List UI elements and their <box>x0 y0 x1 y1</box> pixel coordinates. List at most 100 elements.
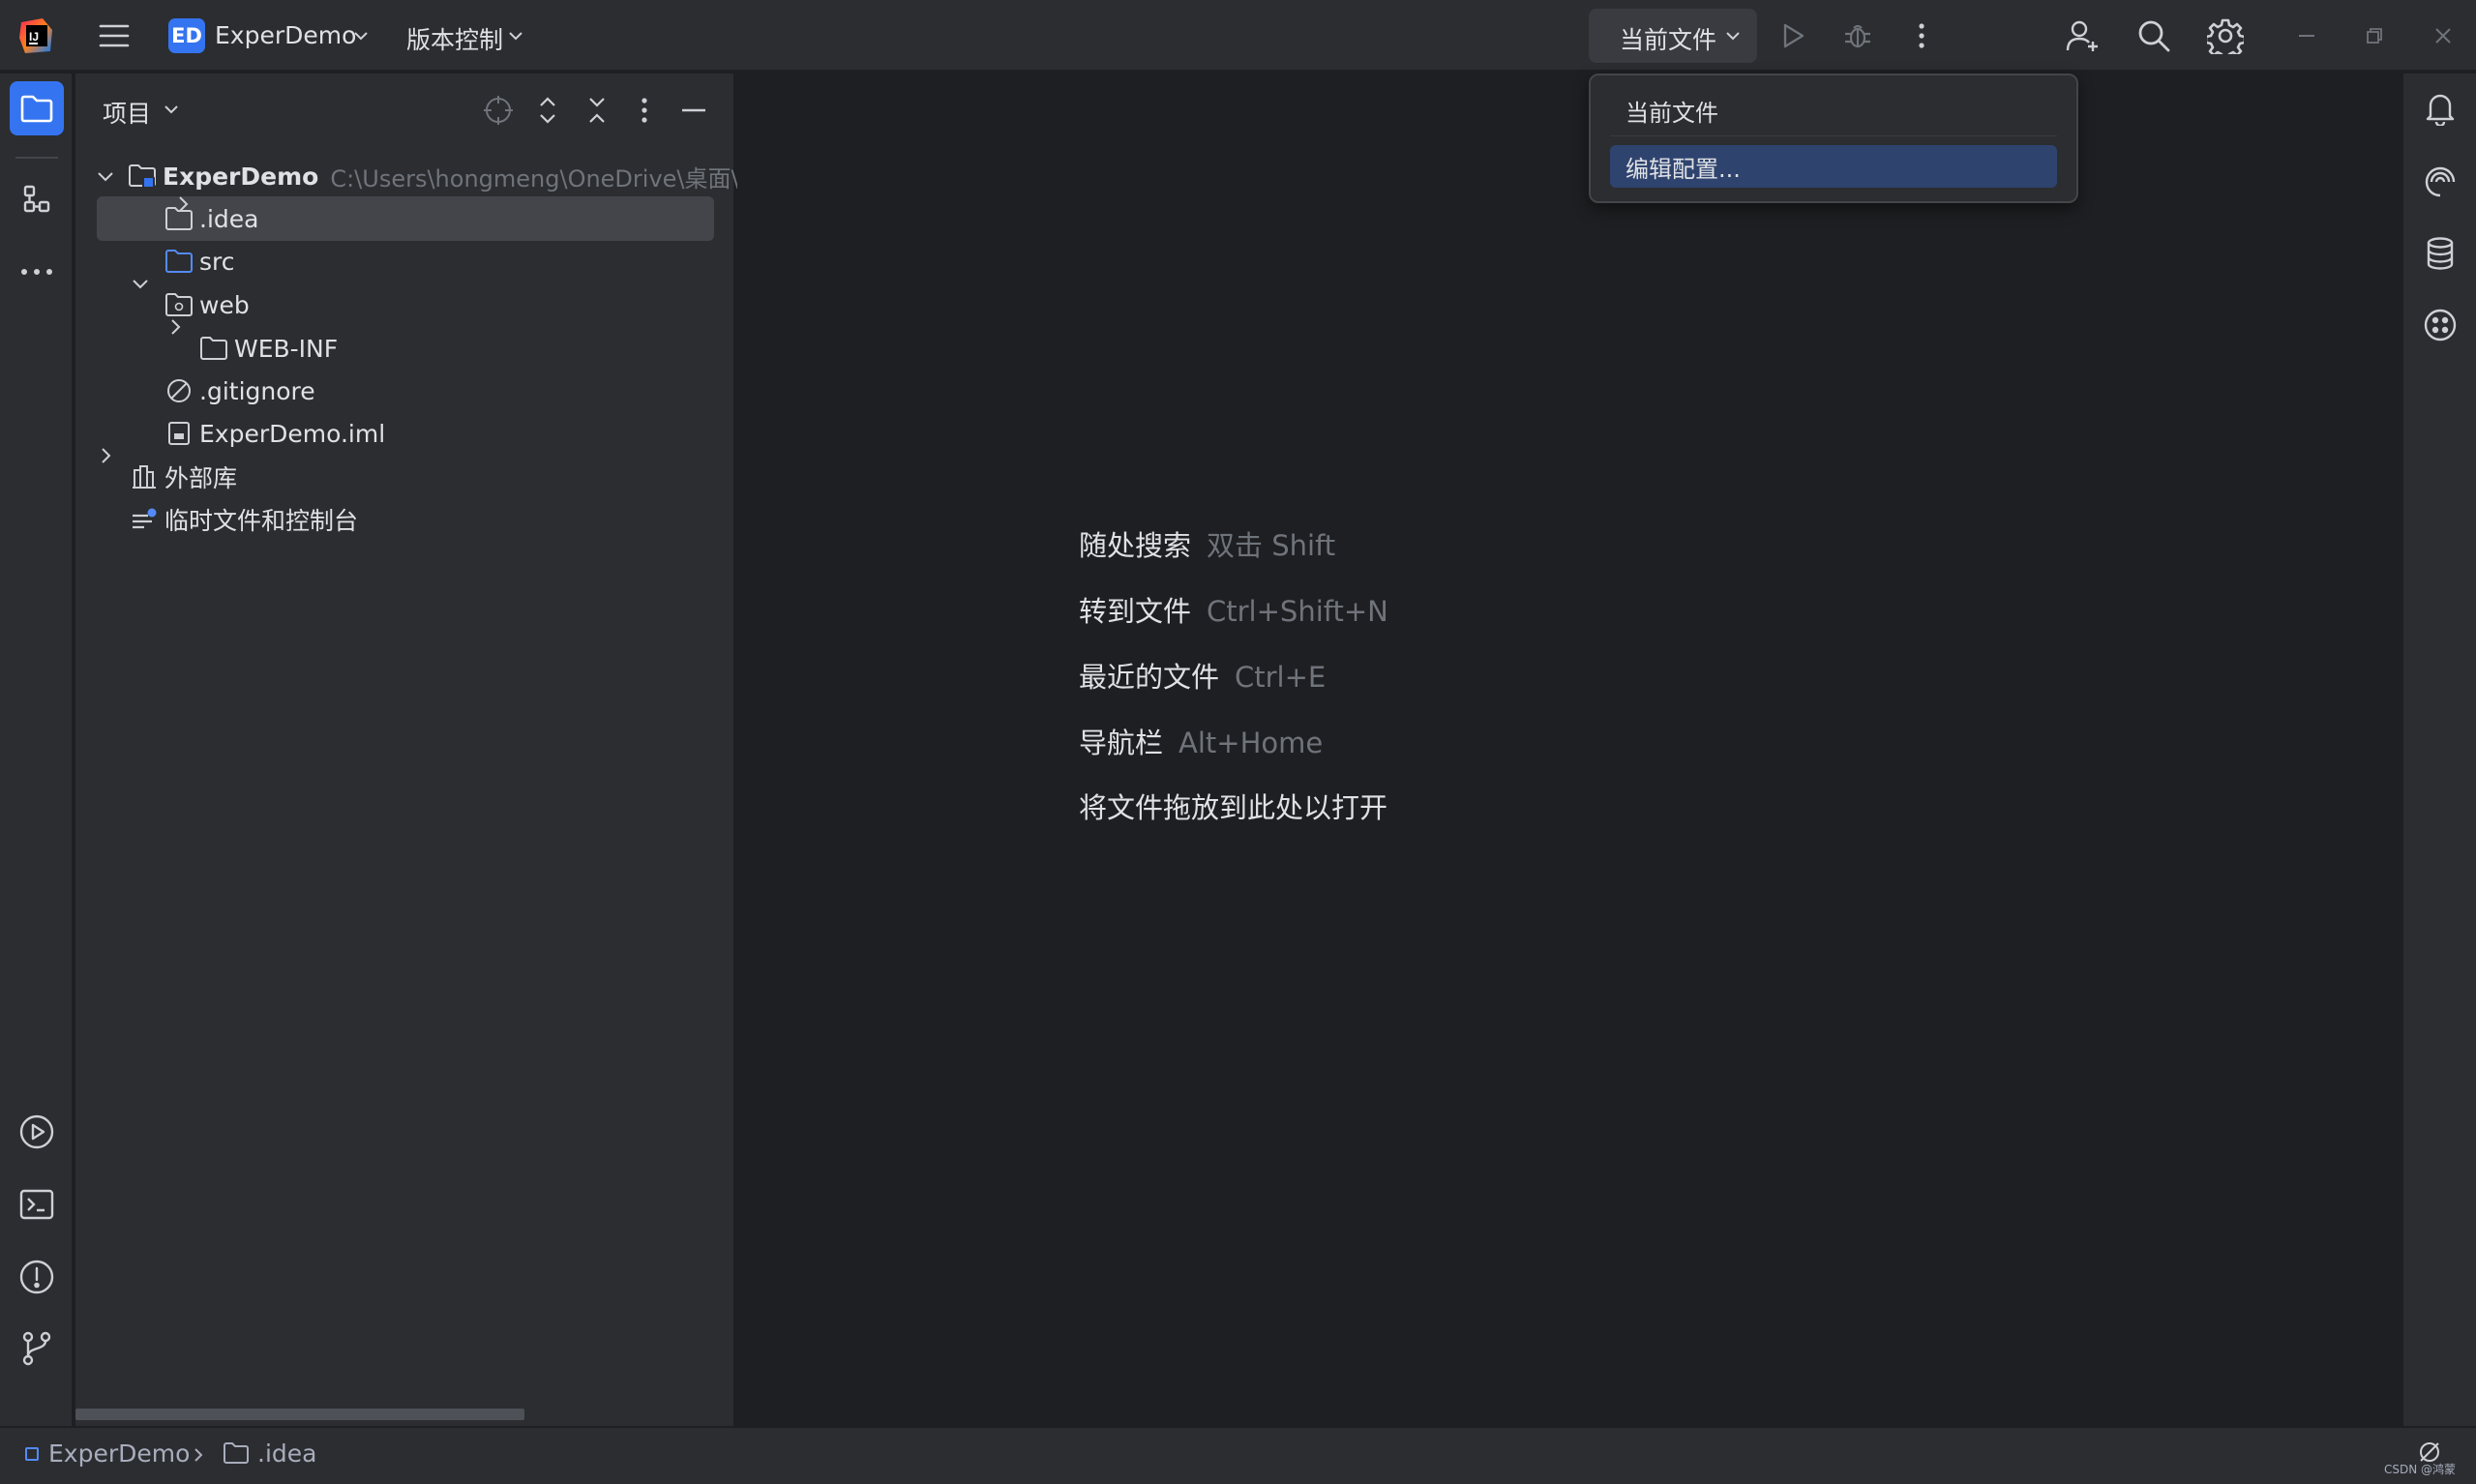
chevron-down-icon <box>507 27 524 45</box>
more-actions-icon[interactable] <box>1894 9 1949 63</box>
tree-item-label: ExperDemo.iml <box>199 419 386 448</box>
tree-item-external-libraries[interactable]: 外部库 <box>130 456 237 498</box>
tree-item-label: WEB-INF <box>234 334 339 363</box>
editor-area <box>737 74 2401 1426</box>
intellij-logo-icon[interactable]: IJ <box>17 16 56 55</box>
panel-title[interactable]: 项目 <box>103 95 151 130</box>
tree-item-label: ExperDemo <box>163 162 319 191</box>
folder-icon <box>199 334 228 363</box>
hint-shortcut: 双击 Shift <box>1207 529 1336 562</box>
hint-label: 转到文件 <box>1079 595 1192 628</box>
dropdown-item-current-file[interactable]: 当前文件 <box>1610 89 2057 132</box>
tree-item-src[interactable]: src <box>164 240 235 282</box>
iml-file-icon <box>164 419 194 448</box>
more-tools-icon[interactable] <box>10 245 64 299</box>
hint-shortcut: Ctrl+E <box>1235 661 1327 694</box>
hint-go-to-file: 转到文件 Ctrl+Shift+N <box>1079 589 1388 630</box>
hide-panel-icon[interactable] <box>681 108 706 112</box>
hint-recent-files: 最近的文件 Ctrl+E <box>1079 655 1326 696</box>
left-tool-strip <box>0 74 74 1426</box>
title-bar: IJ ED ExperDemo 版本控制 当前文件 <box>0 0 2476 72</box>
chevron-down-icon <box>352 27 370 45</box>
chevron-down-icon[interactable] <box>95 165 116 187</box>
ignored-file-icon <box>164 376 194 405</box>
settings-gear-icon[interactable] <box>2198 9 2252 63</box>
chevron-down-icon[interactable] <box>130 273 151 294</box>
breadcrumb-folder[interactable]: .idea <box>257 1439 316 1468</box>
library-icon <box>130 462 159 491</box>
panel-header: 项目 <box>75 74 735 147</box>
search-icon[interactable] <box>2127 9 2181 63</box>
debug-icon[interactable] <box>1831 9 1885 63</box>
hint-label: 随处搜索 <box>1079 529 1192 562</box>
status-bar: ExperDemo .idea CSDN @鸿蒙 <box>0 1426 2476 1484</box>
collapse-all-icon[interactable] <box>583 95 611 126</box>
tree-item-scratches[interactable]: 临时文件和控制台 <box>130 498 358 541</box>
plugin-icon[interactable] <box>2413 298 2467 352</box>
code-with-me-icon[interactable] <box>2055 9 2109 63</box>
horizontal-scrollbar[interactable] <box>75 1409 524 1420</box>
close-icon[interactable] <box>2416 9 2470 63</box>
hint-shortcut: Alt+Home <box>1178 727 1324 759</box>
tree-item-experdemo[interactable]: ExperDemo C:\Users\hongmeng\OneDrive\桌面\… <box>128 155 762 197</box>
chevron-down-icon <box>1724 27 1742 45</box>
hint-shortcut: Ctrl+Shift+N <box>1207 595 1388 628</box>
vcs-menu[interactable]: 版本控制 <box>406 21 503 56</box>
folder-icon <box>164 204 194 233</box>
structure-tool-icon[interactable] <box>10 172 64 226</box>
project-badge[interactable]: ED <box>168 18 205 53</box>
minimize-icon[interactable] <box>2280 9 2334 63</box>
panel-options-icon[interactable] <box>641 97 648 124</box>
strip-divider <box>15 157 58 159</box>
expand-all-icon[interactable] <box>534 95 561 126</box>
database-icon[interactable] <box>2413 226 2467 281</box>
ai-assistant-icon[interactable] <box>2413 155 2467 209</box>
hint-label: 最近的文件 <box>1079 661 1220 694</box>
tree-item-idea-content[interactable]: .idea <box>164 197 258 240</box>
hint-label: 将文件拖放到此处以打开 <box>1079 791 1388 824</box>
run-tool-icon[interactable] <box>10 1105 64 1159</box>
tree-item-label: 外部库 <box>164 464 238 492</box>
restore-icon[interactable] <box>2347 9 2401 63</box>
problems-tool-icon[interactable] <box>10 1250 64 1304</box>
terminal-tool-icon[interactable] <box>10 1177 64 1232</box>
right-tool-strip <box>2401 74 2476 1426</box>
hint-drop-files: 将文件拖放到此处以打开 <box>1079 786 1387 826</box>
scratches-icon <box>130 505 159 534</box>
run-config-combo[interactable]: 当前文件 <box>1589 9 1757 63</box>
tree-item-web-inf[interactable]: WEB-INF <box>199 327 338 370</box>
module-icon <box>25 1447 39 1461</box>
tree-item-gitignore[interactable]: .gitignore <box>164 370 315 412</box>
watermark-text: CSDN @鸿蒙 <box>2384 1463 2457 1476</box>
tree-item-label: .idea <box>199 204 259 233</box>
tree-item-label: src <box>199 247 235 276</box>
hint-navigation-bar: 导航栏 Alt+Home <box>1079 721 1323 761</box>
run-icon[interactable] <box>1766 9 1820 63</box>
project-tool-icon[interactable] <box>10 81 64 135</box>
run-config-label: 当前文件 <box>1620 26 1717 54</box>
git-tool-icon[interactable] <box>10 1321 64 1376</box>
web-folder-icon <box>164 290 194 319</box>
main-menu-icon[interactable] <box>87 9 141 63</box>
tree-item-label: 临时文件和控制台 <box>164 507 359 535</box>
hint-search-everywhere: 随处搜索 双击 Shift <box>1079 523 1335 564</box>
project-panel: 项目 ExperDemo C:\Users\hongmeng\OneDrive\… <box>75 74 762 1426</box>
dropdown-item-edit-config[interactable]: 编辑配置... <box>1610 145 2057 188</box>
module-folder-icon <box>128 162 157 191</box>
locate-file-icon[interactable] <box>483 95 514 126</box>
folder-icon <box>223 1441 250 1465</box>
tree-item-path: C:\Users\hongmeng\OneDrive\桌面\配 <box>330 164 762 193</box>
breadcrumb-project[interactable]: ExperDemo <box>48 1439 190 1468</box>
chevron-down-icon[interactable] <box>163 101 180 118</box>
svg-text:IJ: IJ <box>29 30 39 44</box>
run-config-dropdown: 当前文件 编辑配置... <box>1589 74 2078 203</box>
hint-label: 导航栏 <box>1079 727 1164 759</box>
tree-item-iml[interactable]: ExperDemo.iml <box>164 412 385 455</box>
notifications-bell-icon[interactable] <box>2413 81 2467 135</box>
project-name-dropdown[interactable]: ExperDemo <box>215 21 356 49</box>
dropdown-separator <box>1610 135 2057 136</box>
tree-item-label: web <box>199 290 250 319</box>
tree-item-label: .gitignore <box>199 376 315 405</box>
chevron-right-icon[interactable] <box>164 316 186 338</box>
chevron-right-icon[interactable] <box>95 445 116 466</box>
